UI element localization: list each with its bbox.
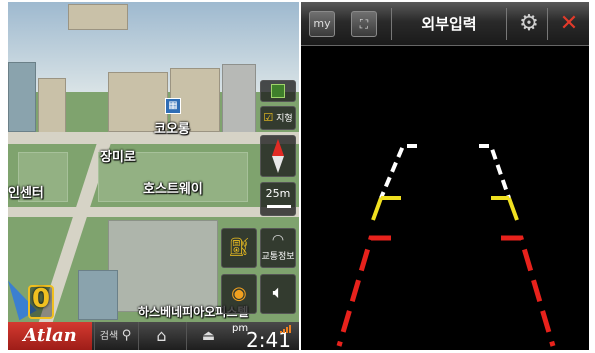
traffic-label: 교통정보 [261,252,295,262]
eject-icon: ⏏ [201,328,216,344]
guide-line-yellow-right-edge [507,197,519,221]
guide-line-red-left [336,235,391,347]
building-label: 호스트웨이 [143,182,203,197]
guide-line-white-left [379,144,417,199]
compass-icon [272,139,284,173]
guide-line-yellow-left-edge [371,197,383,221]
terrain-label: 지형 [276,114,293,124]
road [8,207,299,217]
speaker-icon: 🔈︎ [272,282,284,303]
eject-button[interactable]: ⏏ [186,322,230,350]
search-button[interactable]: 검색 ⚲ [94,322,136,350]
navigation-bottom-bar: Atlan 검색 ⚲ ⌂ ⏏ pm 2:41 [8,322,299,350]
panel-title: 외부입력 [421,15,477,33]
home-button[interactable]: ⌂ [138,322,184,350]
brand-logo-button[interactable]: Atlan [8,322,92,350]
checkbox-icon: ☑ [263,111,274,124]
poi-label: 코오롱 [154,122,190,137]
building-poi-icon[interactable]: ▦ [165,98,181,114]
gear-icon[interactable]: ⚙ [516,11,542,37]
map-scale-indicator: 25m [260,182,296,216]
scale-bar [267,205,291,208]
building [78,270,118,320]
scale-text: 25m [265,187,291,200]
building [68,4,128,30]
fullscreen-icon: ⛶ [359,17,369,31]
signal-strength-icon [280,325,291,333]
camera-header: my ⛶ 외부입력 ⚙ ✕ [301,2,589,46]
guide-line-white-right [479,144,511,199]
map-mode-button[interactable] [260,80,296,102]
header-divider [547,8,548,40]
header-divider [391,8,392,40]
guide-line-red-right [501,235,556,347]
external-input-panel: my ⛶ 외부입력 ⚙ ✕ [301,2,589,350]
home-icon: ⌂ [156,326,167,345]
street-label: 장미로 [100,150,136,165]
gas-station-button[interactable]: ⛽︎ [221,228,257,268]
parking-guidelines [336,144,556,347]
traffic-signal-icon: ◠ [271,232,285,248]
traffic-info-button[interactable]: ◠ 교통정보 [260,228,296,268]
compass-button[interactable] [260,135,296,177]
grid-icon [271,84,285,98]
fuel-pump-icon: ⛽︎ [227,237,251,258]
volume-button[interactable]: 🔈︎ [260,274,296,314]
building [108,220,218,312]
building [8,62,36,132]
fullscreen-button[interactable]: ⛶ [351,11,377,37]
search-icon: ⚲ [121,328,132,343]
current-speed: 0 [32,284,51,314]
building [222,64,256,134]
search-label: 검색 [99,331,119,342]
speed-camera-button[interactable]: ◉ [221,274,257,314]
my-button[interactable]: my [309,11,335,37]
header-divider [506,8,507,40]
terrain-toggle[interactable]: ☑ 지형 [260,106,296,130]
left-area-label: 인센터 [8,186,44,201]
alert-pin-icon: ◉ [231,283,247,304]
navigation-map-panel[interactable]: ▦ 코오롱 장미로 호스트웨이 인센터 하스베네피아오피스텔 ☑ 지형 25m … [8,2,299,350]
building [38,78,66,134]
close-icon[interactable]: ✕ [556,11,582,37]
